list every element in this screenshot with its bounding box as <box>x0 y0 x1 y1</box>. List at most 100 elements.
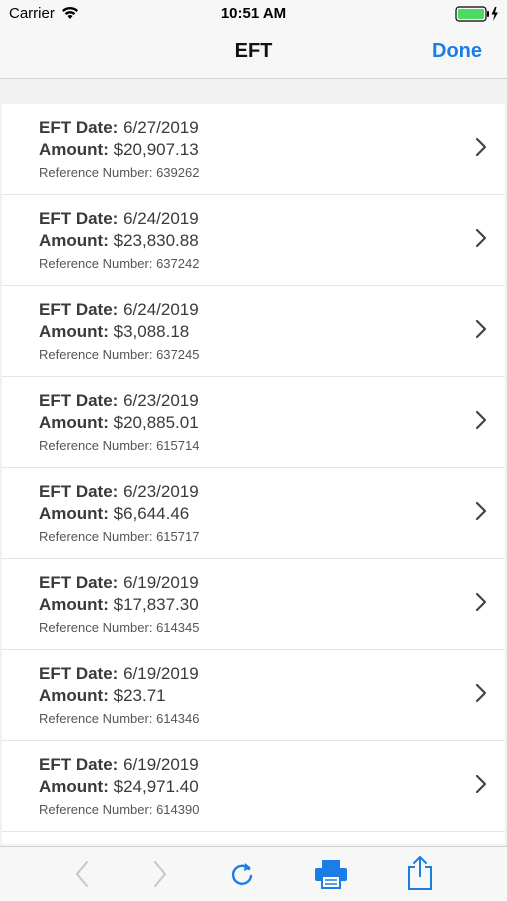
eft-date-value: 6/27/2019 <box>123 118 199 137</box>
amount-line: Amount: $6,644.46 <box>39 504 189 524</box>
forward-arrow-icon[interactable] <box>152 859 168 894</box>
reference-line: Reference Number: 615717 <box>39 529 199 544</box>
amount-label: Amount: <box>39 140 109 159</box>
eft-list: EFT Date: 6/27/2019 Amount: $20,907.13 R… <box>2 104 505 844</box>
bottom-toolbar <box>0 846 507 901</box>
amount-label: Amount: <box>39 413 109 432</box>
reference-line: Reference Number: 614346 <box>39 711 199 726</box>
reference-label: Reference Number: <box>39 802 153 817</box>
reference-value: 614390 <box>156 802 200 817</box>
reference-value: 615714 <box>156 438 200 453</box>
back-arrow-icon[interactable] <box>74 859 90 894</box>
amount-line: Amount: $23.71 <box>39 686 166 706</box>
eft-date-label: EFT Date: <box>39 118 119 137</box>
eft-date-line: EFT Date: 6/19/2019 <box>39 755 199 775</box>
chevron-right-icon <box>475 501 487 526</box>
reference-label: Reference Number: <box>39 438 153 453</box>
amount-value: $17,837.30 <box>113 595 199 614</box>
reference-label: Reference Number: <box>39 347 153 362</box>
amount-line: Amount: $23,830.88 <box>39 231 199 251</box>
reference-value: 615717 <box>156 529 200 544</box>
eft-date-line: EFT Date: 6/19/2019 <box>39 573 199 593</box>
eft-date-value: 6/23/2019 <box>123 391 199 410</box>
amount-value: $3,088.18 <box>113 322 190 341</box>
amount-line: Amount: $20,907.13 <box>39 140 199 160</box>
chevron-right-icon <box>475 683 487 708</box>
eft-row[interactable]: EFT Date: 6/27/2019 Amount: $20,907.13 R… <box>2 104 505 195</box>
reference-label: Reference Number: <box>39 620 153 635</box>
eft-row[interactable]: EFT Date: 6/23/2019 Amount: $20,885.01 R… <box>2 377 505 468</box>
eft-row[interactable]: EFT Date: 6/24/2019 Amount: $3,088.18 Re… <box>2 286 505 377</box>
eft-row[interactable]: EFT Date: 6/19/2019 Amount: $24,971.40 R… <box>2 741 505 832</box>
eft-date-label: EFT Date: <box>39 664 119 683</box>
eft-row[interactable]: EFT Date: 6/19/2019 Amount: $17,837.30 R… <box>2 559 505 650</box>
status-bar: Carrier 10:51 AM <box>0 0 507 28</box>
chevron-right-icon <box>475 592 487 617</box>
amount-value: $6,644.46 <box>113 504 190 523</box>
eft-date-value: 6/19/2019 <box>123 755 199 774</box>
eft-row[interactable]: EFT Date: 6/24/2019 Amount: $23,830.88 R… <box>2 195 505 286</box>
battery-icon <box>455 6 499 26</box>
eft-date-label: EFT Date: <box>39 482 119 501</box>
done-button[interactable]: Done <box>432 40 482 63</box>
amount-label: Amount: <box>39 595 109 614</box>
reference-label: Reference Number: <box>39 165 153 180</box>
eft-date-value: 6/19/2019 <box>123 664 199 683</box>
eft-date-value: 6/24/2019 <box>123 300 199 319</box>
reference-line: Reference Number: 614345 <box>39 620 199 635</box>
reference-label: Reference Number: <box>39 256 153 271</box>
amount-line: Amount: $24,971.40 <box>39 777 199 797</box>
eft-row[interactable]: EFT Date: 6/19/2019 Amount: $23.71 Refer… <box>2 650 505 741</box>
amount-label: Amount: <box>39 231 109 250</box>
reference-line: Reference Number: 637242 <box>39 256 199 271</box>
amount-label: Amount: <box>39 686 109 705</box>
chevron-right-icon <box>475 319 487 344</box>
amount-value: $23,830.88 <box>113 231 199 250</box>
amount-label: Amount: <box>39 504 109 523</box>
eft-date-line: EFT Date: 6/23/2019 <box>39 391 199 411</box>
status-time: 10:51 AM <box>220 5 287 22</box>
printer-icon[interactable] <box>314 859 348 894</box>
eft-date-label: EFT Date: <box>39 573 119 592</box>
eft-row[interactable]: EFT Date: 6/23/2019 Amount: $6,644.46 Re… <box>2 468 505 559</box>
chevron-right-icon <box>475 774 487 799</box>
reference-value: 639262 <box>156 165 200 180</box>
reference-value: 614346 <box>156 711 200 726</box>
reference-line: Reference Number: 637245 <box>39 347 199 362</box>
amount-line: Amount: $3,088.18 <box>39 322 189 342</box>
eft-date-value: 6/19/2019 <box>123 573 199 592</box>
eft-date-line: EFT Date: 6/24/2019 <box>39 300 199 320</box>
amount-value: $24,971.40 <box>113 777 199 796</box>
chevron-right-icon <box>475 137 487 162</box>
eft-date-line: EFT Date: 6/24/2019 <box>39 209 199 229</box>
reference-value: 614345 <box>156 620 200 635</box>
eft-date-label: EFT Date: <box>39 300 119 319</box>
reference-label: Reference Number: <box>39 711 153 726</box>
amount-value: $23.71 <box>113 686 166 705</box>
reference-line: Reference Number: 615714 <box>39 438 199 453</box>
eft-date-value: 6/24/2019 <box>123 209 199 228</box>
eft-date-label: EFT Date: <box>39 755 119 774</box>
reference-value: 637245 <box>156 347 200 362</box>
eft-date-line: EFT Date: 6/19/2019 <box>39 664 199 684</box>
chevron-right-icon <box>475 410 487 435</box>
reference-label: Reference Number: <box>39 529 153 544</box>
eft-date-line: EFT Date: 6/23/2019 <box>39 482 199 502</box>
reference-line: Reference Number: 614390 <box>39 802 199 817</box>
share-icon[interactable] <box>406 855 434 896</box>
amount-line: Amount: $17,837.30 <box>39 595 199 615</box>
amount-label: Amount: <box>39 777 109 796</box>
amount-value: $20,885.01 <box>113 413 199 432</box>
amount-label: Amount: <box>39 322 109 341</box>
eft-date-label: EFT Date: <box>39 391 119 410</box>
eft-date-line: EFT Date: 6/27/2019 <box>39 118 199 138</box>
amount-value: $20,907.13 <box>113 140 199 159</box>
navigation-bar: EFT Done <box>0 28 507 79</box>
chevron-right-icon <box>475 228 487 253</box>
refresh-icon[interactable] <box>229 859 255 894</box>
eft-date-label: EFT Date: <box>39 209 119 228</box>
eft-date-value: 6/23/2019 <box>123 482 199 501</box>
amount-line: Amount: $20,885.01 <box>39 413 199 433</box>
reference-value: 637242 <box>156 256 200 271</box>
page-title: EFT <box>234 40 273 62</box>
